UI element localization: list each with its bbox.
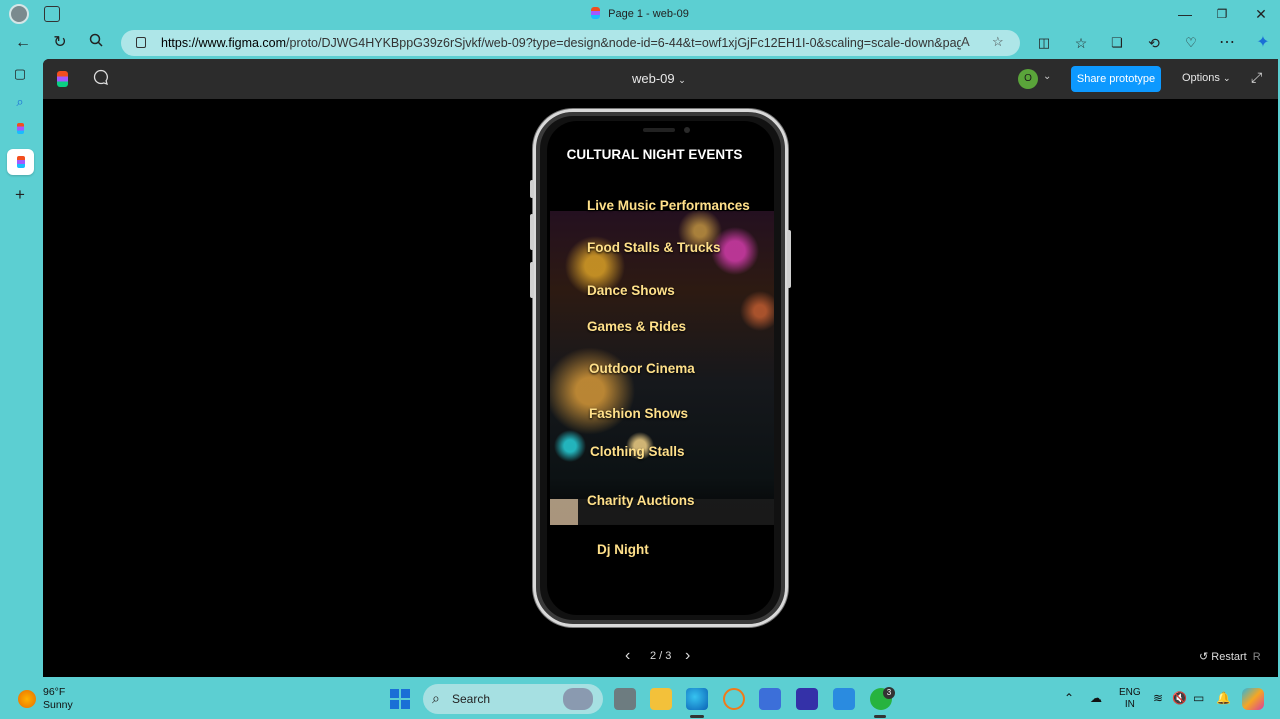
user-avatar[interactable]: O — [1018, 69, 1038, 89]
search-highlight-icon — [563, 688, 593, 710]
read-aloud-icon[interactable]: A — [961, 34, 970, 49]
share-prototype-button[interactable]: Share prototype — [1071, 66, 1161, 92]
copilot-icon[interactable]: ✦ — [1252, 32, 1274, 54]
chevron-down-icon[interactable]: ⌄ — [1043, 71, 1051, 82]
fullscreen-icon[interactable]: ⤢ — [1251, 69, 1262, 86]
windows-taskbar: 96°F Sunny ⌕ Search 3 ⌃ ☁ ENG IN ≋ 🔇 ▭ 🔔 — [0, 679, 1280, 719]
event-item-fashion-shows[interactable]: Fashion Shows — [589, 406, 688, 421]
event-item-dj-night[interactable]: Dj Night — [597, 542, 649, 557]
windows-start-icon[interactable] — [390, 689, 410, 709]
next-page-icon[interactable]: › — [685, 647, 690, 665]
page-navigation: ‹ 2 / 3 › — [621, 647, 701, 665]
split-screen-icon[interactable]: ◫ — [1033, 32, 1055, 54]
wifi-icon[interactable]: ≋ — [1153, 691, 1163, 705]
comment-icon[interactable] — [93, 69, 111, 87]
sun-icon[interactable] — [18, 690, 36, 708]
back-arrow-icon[interactable]: ← — [12, 32, 34, 54]
battery-icon[interactable]: ▭ — [1193, 691, 1204, 705]
language-indicator[interactable]: ENG IN — [1119, 687, 1141, 711]
microsoft-store-icon[interactable] — [759, 688, 781, 710]
copilot-taskbar-icon[interactable] — [1242, 688, 1264, 710]
sidebar-figma-icon[interactable] — [10, 120, 30, 140]
phone-speaker — [643, 128, 675, 132]
app-icon[interactable] — [723, 688, 745, 710]
figma-prototype-viewer: web-09 ⌄ O ⌄ Share prototype Options ⌄ ⤢… — [43, 59, 1278, 677]
figma-favicon-icon — [591, 7, 601, 19]
event-item-clothing-stalls[interactable]: Clothing Stalls — [590, 444, 685, 459]
sidebar-search-icon[interactable]: ⌕ — [10, 92, 30, 112]
navigation-bar: ← ↻ https://www.figma.com/proto/DJWG4HYK… — [0, 28, 1280, 58]
options-menu[interactable]: Options ⌄ — [1182, 72, 1231, 84]
file-name-dropdown[interactable]: web-09 ⌄ — [632, 71, 686, 86]
open-app-indicator — [874, 715, 886, 718]
edge-sidebar: ▢ ⌕ + — [0, 58, 42, 678]
notification-badge: 3 — [883, 687, 895, 699]
event-item-dance-shows[interactable]: Dance Shows — [587, 283, 675, 298]
window-title: Page 1 - web-09 — [0, 7, 1280, 20]
phone-side-button — [530, 262, 534, 298]
vscode-icon[interactable] — [833, 688, 855, 710]
event-item-food-stalls[interactable]: Food Stalls & Trucks — [587, 240, 721, 255]
tab-title: Page 1 - web-09 — [608, 8, 689, 20]
phone-side-button — [530, 180, 534, 198]
search-icon: ⌕ — [432, 690, 440, 706]
figma-toolbar: web-09 ⌄ O ⌄ Share prototype Options ⌄ ⤢ — [43, 59, 1278, 99]
active-app-indicator — [690, 715, 704, 718]
browser-title-bar: Page 1 - web-09 — ❐ ✕ — [0, 0, 1280, 28]
weather-widget[interactable]: 96°F Sunny — [43, 686, 73, 712]
favorite-star-icon[interactable]: ☆ — [992, 34, 1004, 50]
page-indicator: 2 / 3 — [650, 650, 672, 662]
edge-browser-icon[interactable] — [686, 688, 708, 710]
url-text[interactable]: https://www.figma.com/proto/DJWG4HYKBppG… — [161, 36, 961, 50]
event-item-live-music[interactable]: Live Music Performances — [587, 198, 750, 213]
collections-icon[interactable]: ❏ — [1106, 32, 1128, 54]
event-item-games-rides[interactable]: Games & Rides — [587, 319, 686, 334]
event-item-outdoor-cinema[interactable]: Outdoor Cinema — [589, 361, 695, 376]
sidebar-figma-active-icon[interactable] — [7, 149, 34, 175]
taskbar-search[interactable]: ⌕ Search — [423, 684, 603, 714]
minimize-button[interactable]: — — [1175, 4, 1195, 24]
phone-frame: CULTURAL NIGHT EVENTS Live Music Perform… — [530, 109, 791, 627]
lock-icon[interactable] — [136, 37, 146, 48]
previous-page-icon[interactable]: ‹ — [625, 647, 630, 665]
prototype-screen: CULTURAL NIGHT EVENTS Live Music Perform… — [547, 121, 774, 615]
refresh-icon[interactable]: ↻ — [49, 32, 71, 54]
phone-power-button — [787, 230, 791, 288]
close-button[interactable]: ✕ — [1251, 4, 1271, 24]
sidebar-add-icon[interactable]: + — [10, 185, 30, 205]
history-icon[interactable]: ⟲ — [1143, 32, 1165, 54]
file-explorer-icon[interactable] — [650, 688, 672, 710]
address-bar[interactable]: https://www.figma.com/proto/DJWG4HYKBppG… — [121, 30, 1020, 56]
phone-side-button — [530, 214, 534, 250]
chevron-up-icon[interactable]: ⌃ — [1064, 691, 1074, 705]
task-view-icon[interactable] — [614, 688, 636, 710]
event-item-charity-auctions[interactable]: Charity Auctions — [587, 493, 695, 508]
cloud-icon[interactable]: ☁ — [1090, 691, 1102, 705]
browser-essentials-icon[interactable]: ♡ — [1180, 32, 1202, 54]
sidebar-tabs-icon[interactable]: ▢ — [10, 64, 30, 84]
speaker-muted-icon[interactable]: 🔇 — [1172, 691, 1187, 705]
notification-bell-icon[interactable]: 🔔 — [1216, 691, 1231, 705]
figma-logo-icon[interactable] — [57, 71, 68, 87]
search-icon[interactable] — [85, 32, 107, 54]
prototype-title: CULTURAL NIGHT EVENTS — [566, 147, 743, 162]
more-menu-icon[interactable]: ⋯ — [1216, 32, 1238, 54]
app-icon[interactable] — [796, 688, 818, 710]
maximize-button[interactable]: ❐ — [1212, 4, 1232, 24]
restart-button[interactable]: ↺ Restart R — [1199, 650, 1261, 663]
favorites-icon[interactable]: ☆ — [1070, 32, 1092, 54]
phone-camera — [684, 127, 690, 133]
